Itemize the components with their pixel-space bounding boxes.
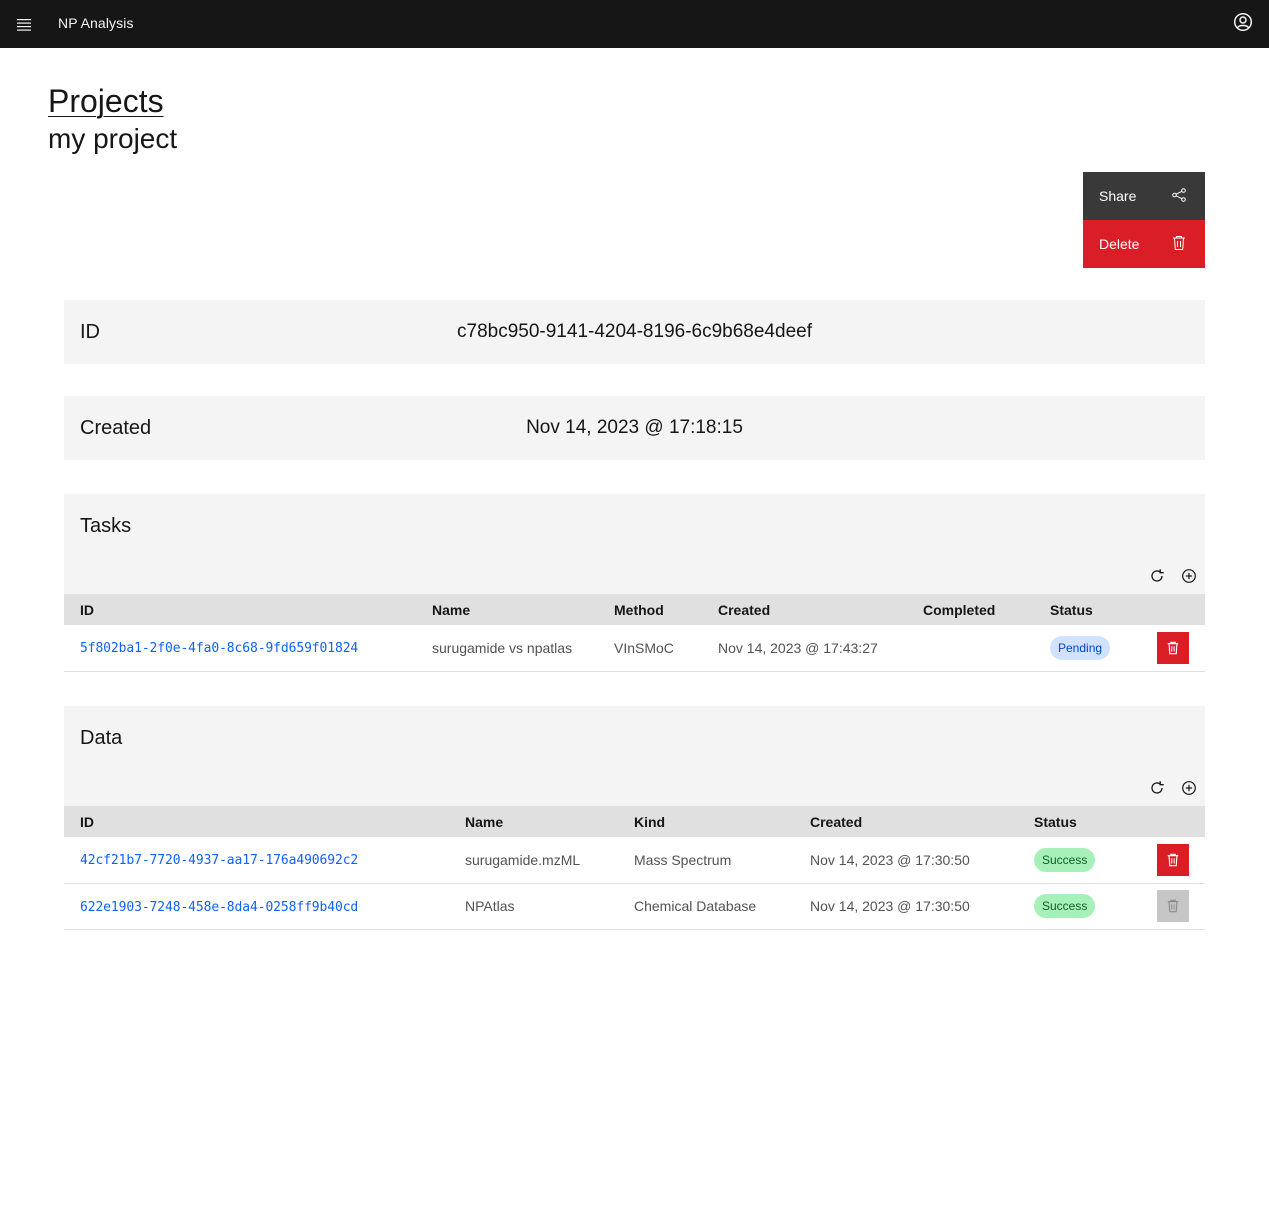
table-header-row: ID Name Method Created Completed Status xyxy=(64,594,1205,625)
user-avatar-icon[interactable] xyxy=(1233,12,1257,36)
created-value: Nov 14, 2023 @ 17:18:15 xyxy=(526,417,743,438)
column-header-completed[interactable]: Completed xyxy=(907,594,1034,625)
column-header-name[interactable]: Name xyxy=(449,806,618,837)
column-header-created[interactable]: Created xyxy=(702,594,907,625)
status-badge: Pending xyxy=(1050,635,1111,660)
delete-row-button[interactable] xyxy=(1157,631,1189,664)
column-header-id[interactable]: ID xyxy=(64,594,416,625)
column-header-created[interactable]: Created xyxy=(794,806,1018,837)
id-value: c78bc950-9141-4204-8196-6c9b68e4deef xyxy=(457,321,812,342)
trash-icon xyxy=(1167,853,1179,867)
task-completed xyxy=(907,625,1034,671)
trash-icon xyxy=(1167,641,1179,655)
table-row: 622e1903-7248-458e-8da4-0258ff9b40cd NPA… xyxy=(64,883,1205,929)
share-button-label: Share xyxy=(1099,188,1137,204)
id-tile: ID c78bc950-9141-4204-8196-6c9b68e4deef xyxy=(64,300,1205,364)
tasks-section: Tasks ID Name Method Created Completed S… xyxy=(64,494,1205,672)
delete-row-button-disabled xyxy=(1157,890,1189,922)
hamburger-menu-icon[interactable] xyxy=(8,8,40,40)
tasks-header: Tasks xyxy=(64,494,1205,594)
column-header-method[interactable]: Method xyxy=(598,594,702,625)
column-header-name[interactable]: Name xyxy=(416,594,598,625)
data-id-link[interactable]: 42cf21b7-7720-4937-aa17-176a490692c2 xyxy=(80,853,358,868)
column-header-actions xyxy=(1134,594,1205,625)
created-tile: Created Nov 14, 2023 @ 17:18:15 xyxy=(64,396,1205,460)
data-id-link[interactable]: 622e1903-7248-458e-8da4-0258ff9b40cd xyxy=(80,900,358,915)
app-title[interactable]: NP Analysis xyxy=(58,15,134,31)
data-section: Data ID Name Kind Created Status 42cf21b… xyxy=(64,706,1205,930)
trash-icon xyxy=(1171,235,1187,254)
refresh-icon[interactable] xyxy=(1149,568,1167,586)
refresh-icon[interactable] xyxy=(1149,780,1167,798)
trash-icon xyxy=(1167,899,1179,913)
data-created: Nov 14, 2023 @ 17:30:50 xyxy=(810,851,970,868)
data-header: Data xyxy=(64,706,1205,806)
data-name: surugamide.mzML xyxy=(465,851,581,868)
task-created: Nov 14, 2023 @ 17:43:27 xyxy=(718,639,878,656)
data-name: NPAtlas xyxy=(465,898,515,914)
share-icon xyxy=(1171,187,1187,206)
delete-button-label: Delete xyxy=(1099,236,1140,252)
task-name: surugamide vs npatlas xyxy=(432,639,573,656)
task-method: VInSMoC xyxy=(614,639,674,656)
add-circle-icon[interactable] xyxy=(1181,780,1199,798)
data-kind: Chemical Database xyxy=(634,898,757,914)
delete-row-button[interactable] xyxy=(1157,843,1189,876)
column-header-actions xyxy=(1134,806,1205,837)
data-table: ID Name Kind Created Status 42cf21b7-772… xyxy=(64,806,1205,930)
top-header: NP Analysis xyxy=(0,0,1269,48)
column-header-kind[interactable]: Kind xyxy=(618,806,794,837)
status-badge: Success xyxy=(1034,894,1096,918)
delete-project-button[interactable]: Delete xyxy=(1083,220,1205,268)
table-header-row: ID Name Kind Created Status xyxy=(64,806,1205,837)
add-circle-icon[interactable] xyxy=(1181,568,1199,586)
column-header-status[interactable]: Status xyxy=(1034,594,1134,625)
column-header-id[interactable]: ID xyxy=(64,806,449,837)
task-id-link[interactable]: 5f802ba1-2f0e-4fa0-8c68-9fd659f01824 xyxy=(80,641,358,656)
tasks-table: ID Name Method Created Completed Status … xyxy=(64,594,1205,672)
share-button[interactable]: Share xyxy=(1083,172,1205,220)
data-created: Nov 14, 2023 @ 17:30:50 xyxy=(810,898,970,914)
table-row: 42cf21b7-7720-4937-aa17-176a490692c2 sur… xyxy=(64,837,1205,883)
column-header-status[interactable]: Status xyxy=(1018,806,1134,837)
data-title: Data xyxy=(80,727,123,749)
tasks-title: Tasks xyxy=(80,515,132,537)
data-kind: Mass Spectrum xyxy=(634,851,732,868)
page-title: my project xyxy=(48,123,178,154)
status-badge: Success xyxy=(1034,847,1096,872)
table-row: 5f802ba1-2f0e-4fa0-8c68-9fd659f01824 sur… xyxy=(64,625,1205,671)
breadcrumb-projects-link[interactable]: Projects xyxy=(48,83,164,119)
